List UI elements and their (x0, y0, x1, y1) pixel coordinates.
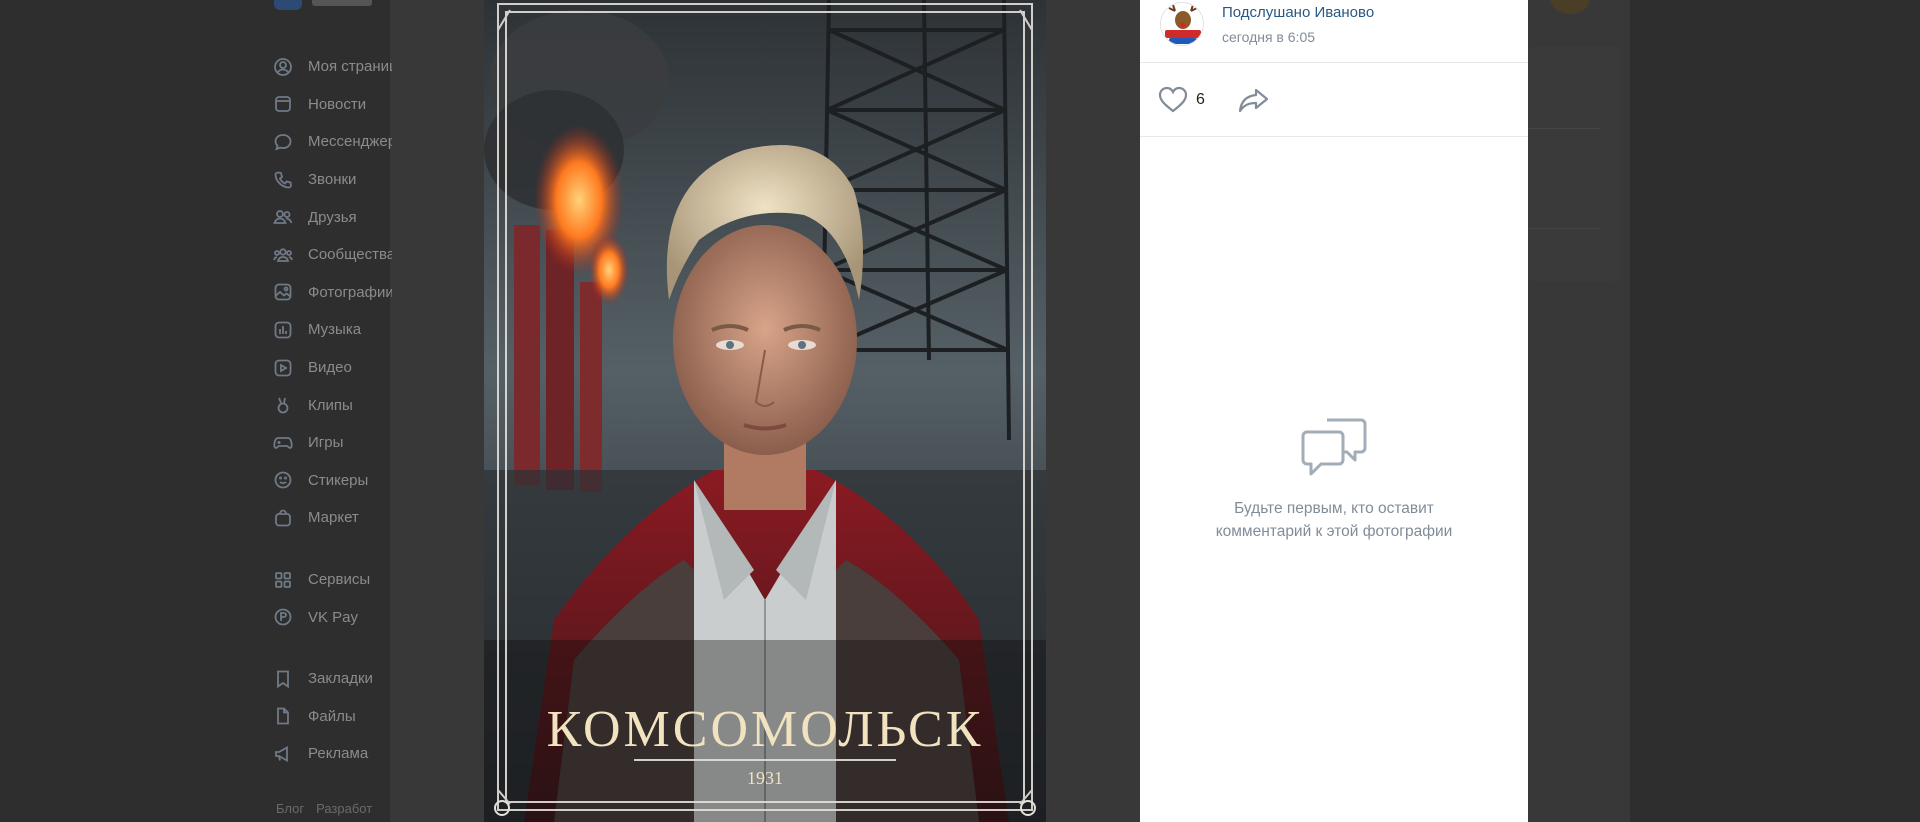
sidebar-item-label: Закладки (308, 670, 373, 688)
sidebar-item-label: Файлы (308, 707, 356, 725)
comments-icon (1301, 418, 1367, 476)
file-icon (272, 705, 294, 727)
sidebar-item-label: Сообщества (308, 246, 392, 264)
empty-comments-state: Будьте первым, кто оставит комментарий к… (1140, 414, 1528, 543)
sidebar-item-label: Мессенджер (308, 133, 392, 151)
sidebar-item-label: Моя страница (308, 58, 392, 76)
sidebar-item-games[interactable]: Игры (272, 424, 392, 462)
sidebar-item-stickers[interactable]: Стикеры (272, 462, 392, 500)
poster-title: КОМСОМОЛЬСК (546, 701, 984, 758)
bookmark-icon (272, 668, 294, 690)
clips-icon (272, 394, 294, 416)
vk-logo-text (312, 0, 372, 6)
sidebar-item-label: Музыка (308, 321, 362, 339)
sidebar-item-clips[interactable]: Клипы (272, 386, 392, 424)
sidebar-item-services[interactable]: Сервисы (272, 561, 392, 599)
heart-icon (1158, 86, 1188, 113)
sidebar-item-video[interactable]: Видео (272, 349, 392, 387)
sidebar-item-label: Видео (308, 359, 352, 377)
sidebar-item-news[interactable]: Новости (272, 86, 392, 124)
megaphone-icon (272, 743, 294, 765)
footer-link-blog[interactable]: Блог (276, 801, 304, 816)
vk-logo-icon (274, 0, 302, 10)
chat-bubble-icon (272, 131, 294, 153)
music-icon (272, 319, 294, 341)
sidebar-item-messenger[interactable]: Мессенджер (272, 123, 392, 161)
poster-year: 1931 (747, 768, 783, 788)
post-author-header: Подслушано Иваново сегодня в 6:05 (1140, 0, 1528, 63)
sidebar-item-market[interactable]: Маркет (272, 499, 392, 537)
shopping-bag-icon (272, 507, 294, 529)
sidebar-item-label: Стикеры (308, 471, 369, 489)
poster-artwork (484, 0, 1046, 822)
sidebar-item-label: Новости (308, 95, 367, 113)
sidebar-item-music[interactable]: Музыка (272, 311, 392, 349)
share-arrow-icon (1238, 88, 1269, 113)
sidebar-item-label: Игры (308, 434, 344, 452)
sidebar-item-label: Сервисы (308, 571, 371, 589)
sidebar-item-label: Друзья (308, 208, 357, 226)
sidebar-item-communities[interactable]: Сообщества (272, 236, 392, 274)
community-avatar[interactable] (1160, 2, 1204, 46)
deer-logo-icon (1161, 3, 1203, 45)
photo-viewer-image[interactable]: КОМСОМОЛЬСК 1931 (484, 0, 1046, 822)
sidebar-item-label: Клипы (308, 396, 353, 414)
sidebar-item-photos[interactable]: Фотографии (272, 274, 392, 312)
empty-comments-line2: комментарий к этой фотографии (1215, 523, 1453, 540)
author-name-link[interactable]: Подслушано Иваново (1222, 3, 1374, 23)
sidebar-item-ads[interactable]: Реклама (272, 735, 392, 773)
sidebar-item-calls[interactable]: Звонки (272, 161, 392, 199)
footer-link-developers[interactable]: Разработ (316, 801, 372, 816)
sidebar-item-label: VK Pay (308, 608, 359, 626)
sidebar-item-label: Реклама (308, 745, 369, 763)
sidebar-item-label: Фотографии (308, 283, 392, 301)
sidebar-footer: Блог Разработ (276, 801, 384, 816)
empty-comments-line1: Будьте первым, кто оставит (1234, 500, 1434, 517)
sidebar-item-files[interactable]: Файлы (272, 698, 392, 736)
sidebar-item-bookmarks[interactable]: Закладки (272, 660, 392, 698)
sidebar-item-friends[interactable]: Друзья (272, 198, 392, 236)
gamepad-icon (272, 432, 294, 454)
communities-icon (272, 244, 294, 266)
photo-info-panel: Подслушано Иваново сегодня в 6:05 (1140, 0, 1528, 822)
newspaper-icon (272, 93, 294, 115)
grid-icon (272, 569, 294, 591)
friends-icon (272, 206, 294, 228)
photo-icon (272, 281, 294, 303)
sticker-icon (272, 469, 294, 491)
like-button[interactable]: 6 (1158, 86, 1205, 114)
share-button[interactable] (1238, 86, 1270, 119)
sidebar-item-vkpay[interactable]: VK Pay (272, 598, 392, 636)
vkpay-icon (272, 606, 294, 628)
video-icon (272, 357, 294, 379)
sidebar-item-label: Маркет (308, 509, 359, 527)
sidebar-item-label: Звонки (308, 171, 357, 189)
phone-icon (272, 169, 294, 191)
user-circle-icon (272, 56, 294, 78)
like-count: 6 (1196, 91, 1205, 108)
background-card (1528, 46, 1620, 282)
post-timestamp[interactable]: сегодня в 6:05 (1222, 27, 1374, 47)
sidebar-item-my-page[interactable]: Моя страница (272, 48, 392, 86)
sidebar-menu: Моя страница Новости Мессенджер Звонки Д… (272, 48, 392, 773)
